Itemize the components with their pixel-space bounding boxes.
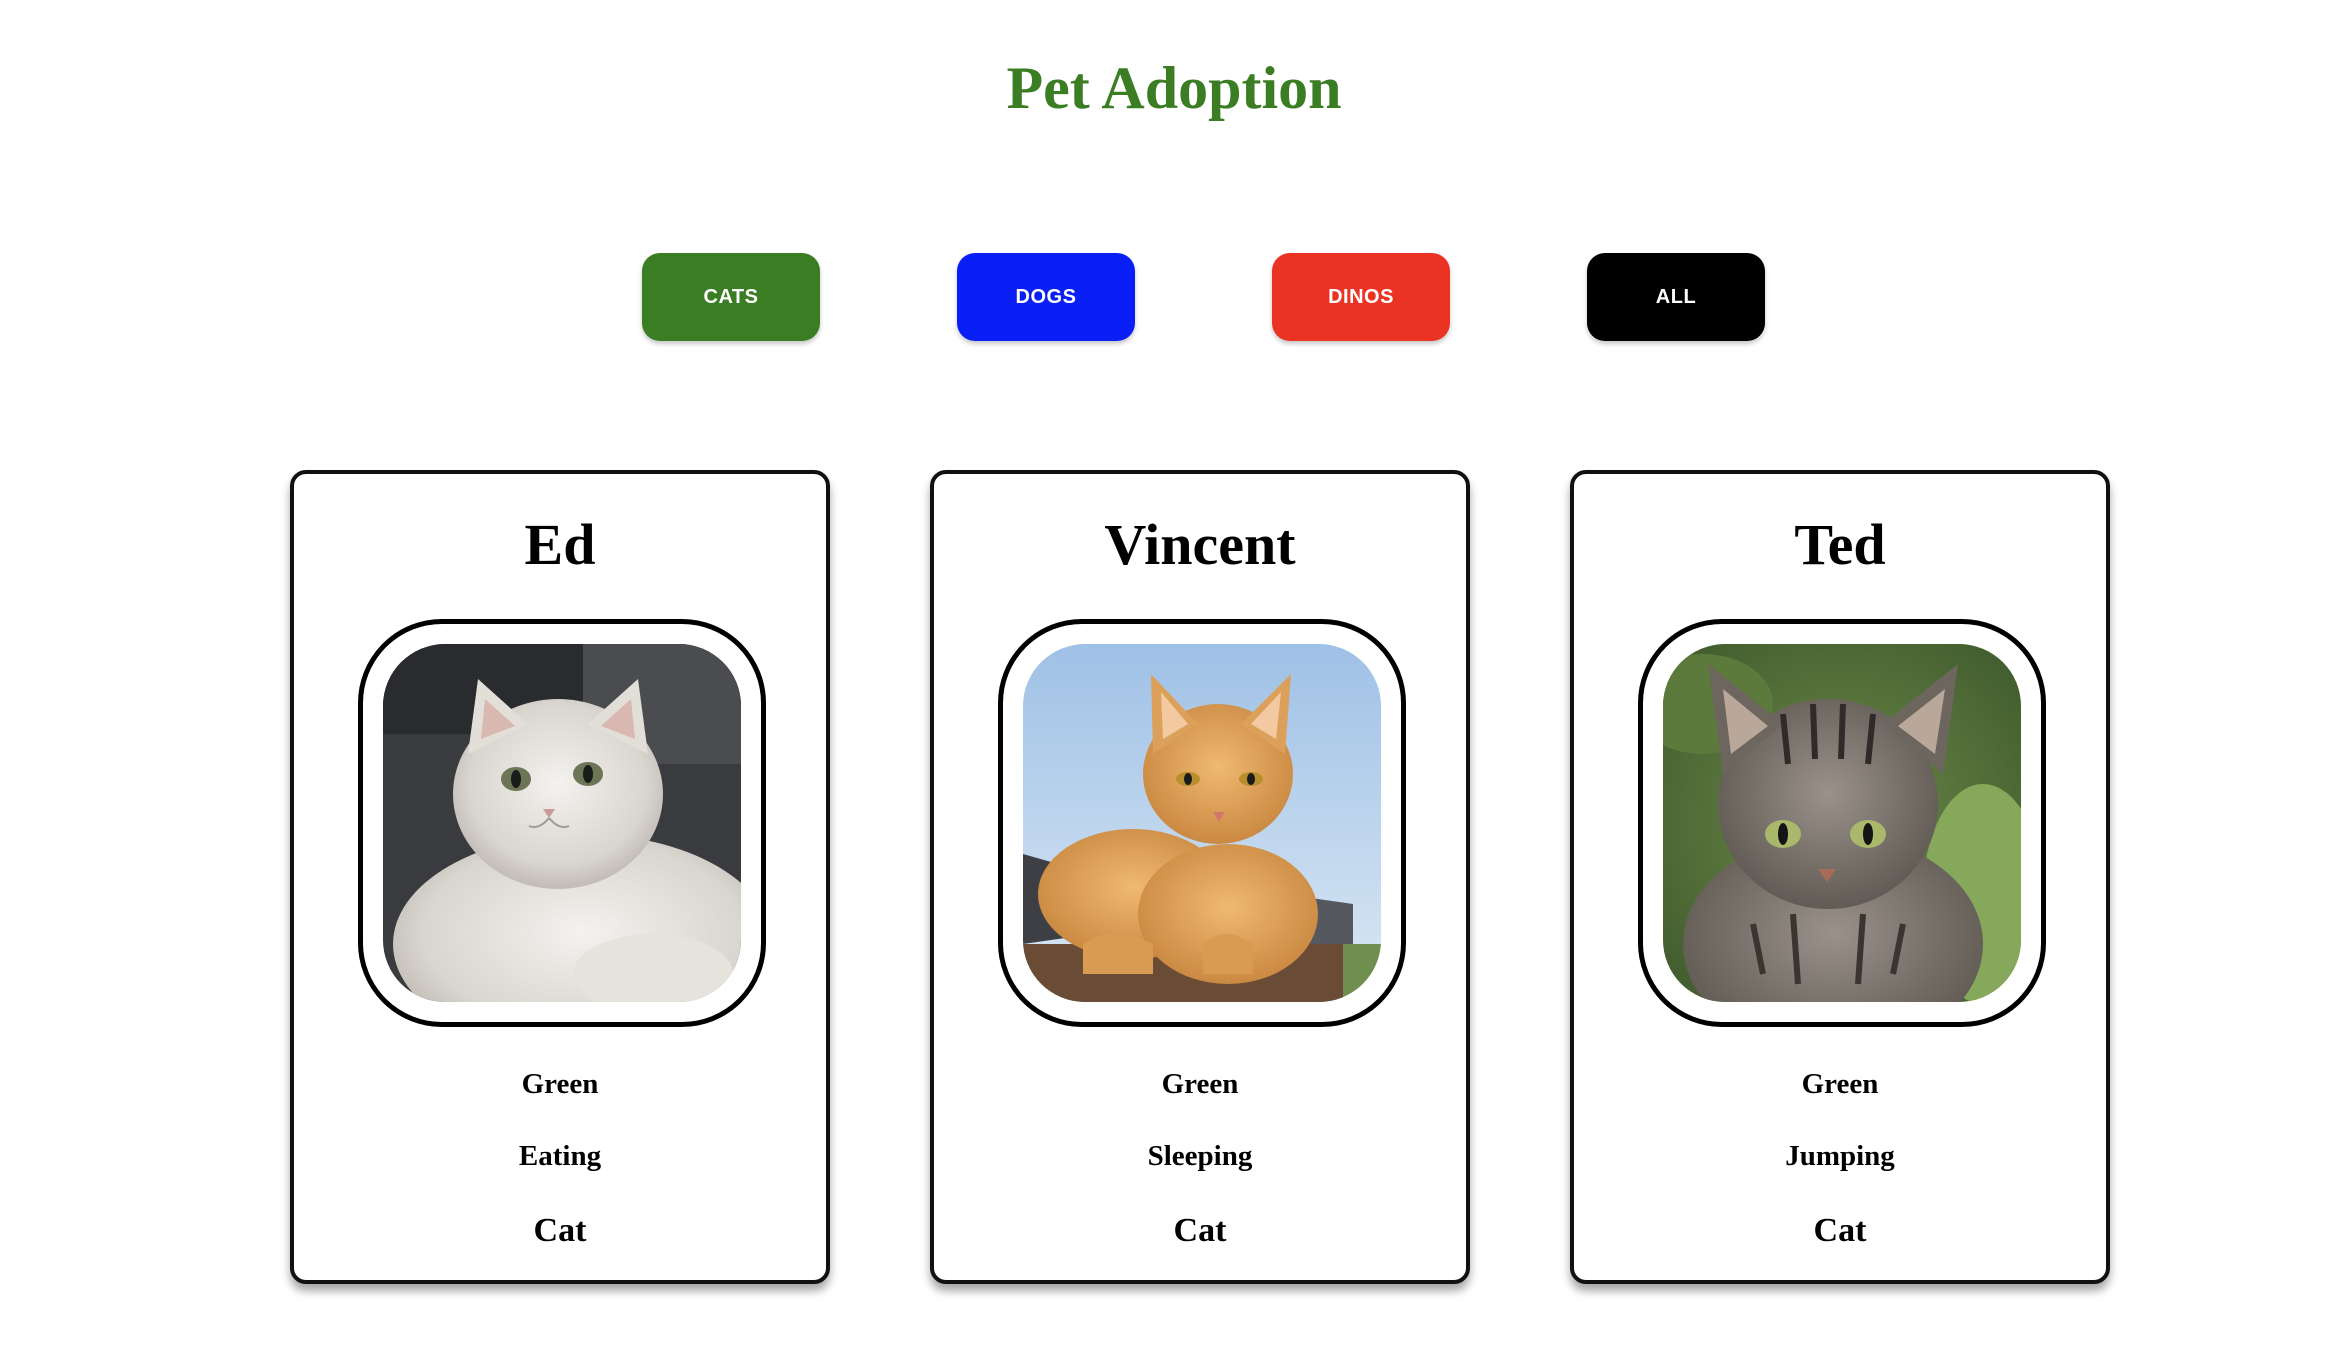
filter-bar: CATS DOGS DINOS ALL: [642, 253, 1770, 341]
pet-card-ted: Ted Green Jumping Cat: [1570, 470, 2110, 1284]
pet-card-vincent: Vincent Green Sleeping Cat: [930, 470, 1470, 1284]
pet-type: Cat: [1173, 1212, 1227, 1249]
pet-color: Green: [1161, 1068, 1239, 1100]
pet-type: Cat: [1813, 1212, 1867, 1249]
dogs-filter-button[interactable]: DOGS: [957, 253, 1135, 341]
cats-filter-button[interactable]: CATS: [642, 253, 820, 341]
pet-photo-frame: [1638, 619, 2046, 1027]
gray-tabby-kitten-photo: [1663, 644, 2021, 1002]
pet-type: Cat: [533, 1212, 587, 1249]
pet-photo-frame: [358, 619, 766, 1027]
pet-name: Ted: [1794, 512, 1886, 577]
page-title: Pet Adoption: [1006, 55, 1342, 121]
white-persian-cat-photo: [383, 644, 741, 1002]
all-filter-button[interactable]: ALL: [1587, 253, 1765, 341]
pet-activity: Sleeping: [1147, 1140, 1253, 1172]
dinos-filter-button[interactable]: DINOS: [1272, 253, 1450, 341]
pet-photo-frame: [998, 619, 1406, 1027]
pet-activity: Jumping: [1785, 1140, 1895, 1172]
pet-color: Green: [1801, 1068, 1879, 1100]
pet-activity: Eating: [518, 1140, 602, 1172]
pet-card-ed: Ed Green Eating Cat: [290, 470, 830, 1284]
pet-name: Vincent: [1104, 512, 1296, 577]
orange-tabby-cat-photo: [1023, 644, 1381, 1002]
pet-color: Green: [521, 1068, 599, 1100]
pet-name: Ed: [524, 512, 596, 577]
